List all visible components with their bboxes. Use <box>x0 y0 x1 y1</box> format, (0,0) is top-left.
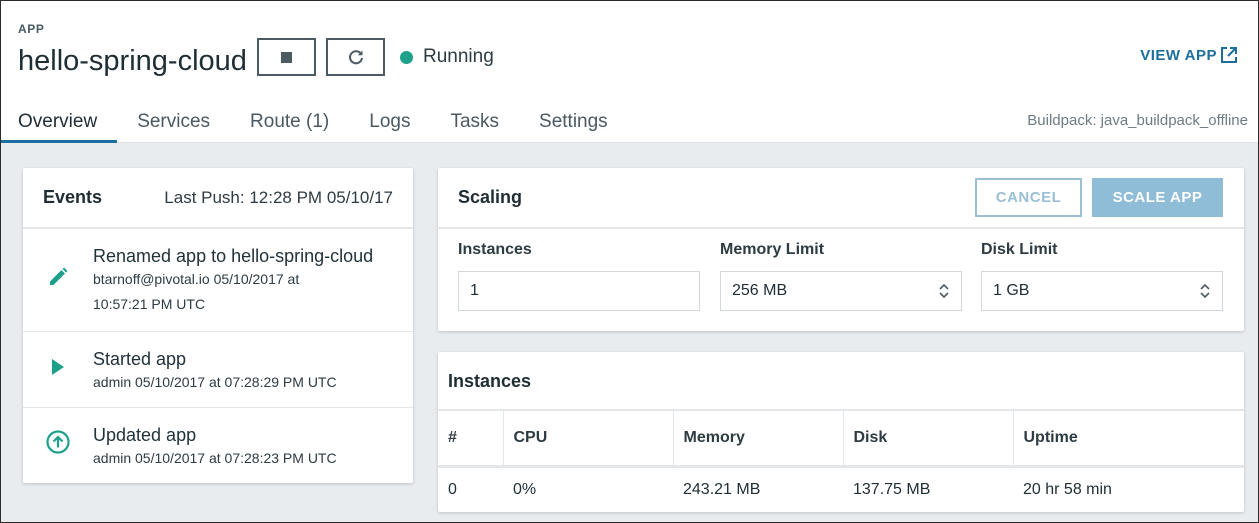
instances-field: Instances 1 <box>458 241 700 311</box>
tab-overview[interactable]: Overview <box>1 105 118 143</box>
event-meta: admin 05/10/2017 at 07:28:23 PM UTC <box>93 450 337 466</box>
app-name: hello-spring-cloud <box>18 45 247 77</box>
scaling-header: Scaling CANCEL SCALE APP <box>438 168 1244 229</box>
memory-limit-value: 256 MB <box>732 282 788 299</box>
app-header: APP hello-spring-cloud Running VIEW APP … <box>1 1 1258 143</box>
event-meta: btarnoff@pivotal.io 05/10/2017 at 10:57:… <box>93 267 373 317</box>
event-title: Renamed app to hello-spring-cloud <box>93 246 374 266</box>
buildpack-info: Buildpack: java_buildpack_offline <box>1027 112 1248 129</box>
scaling-card: Scaling CANCEL SCALE APP Instances 1 Mem… <box>438 168 1244 331</box>
column-header-index: # <box>438 411 504 468</box>
event-meta-line: 10:57:21 PM UTC <box>93 296 206 312</box>
app-label: APP <box>18 22 45 36</box>
instances-label: Instances <box>458 241 532 258</box>
table-header-row: # CPU Memory Disk Uptime <box>438 411 1244 468</box>
memory-limit-label: Memory Limit <box>720 241 825 258</box>
event-title: Started app <box>93 349 187 369</box>
tab-services[interactable]: Services <box>117 105 230 143</box>
select-arrows-icon <box>1200 283 1210 299</box>
scaling-title: Scaling <box>458 187 523 207</box>
app-detail-page: APP hello-spring-cloud Running VIEW APP … <box>0 0 1259 523</box>
app-tabs: Overview Services Route (1) Logs Tasks S… <box>1 105 628 143</box>
event-meta-line: btarnoff@pivotal.io 05/10/2017 at <box>93 271 300 287</box>
app-status: Running <box>400 46 494 68</box>
cell-index: 0 <box>448 480 457 498</box>
tab-route[interactable]: Route (1) <box>230 105 349 143</box>
play-icon <box>52 359 64 375</box>
overview-content: Events Last Push: 12:28 PM 05/10/17 Rena… <box>1 143 1258 522</box>
running-status-dot <box>400 50 413 64</box>
cancel-button[interactable]: CANCEL <box>975 178 1082 217</box>
cell-disk: 137.75 MB <box>853 480 931 498</box>
disk-limit-value: 1 GB <box>993 282 1030 299</box>
column-header-uptime: Uptime <box>1013 411 1244 468</box>
upload-icon <box>46 430 70 454</box>
status-text: Running <box>423 46 494 67</box>
stop-button[interactable] <box>257 38 316 76</box>
cell-cpu: 0% <box>513 480 537 498</box>
disk-limit-label: Disk Limit <box>981 241 1058 258</box>
column-header-disk: Disk <box>843 411 1014 468</box>
table-row: 0 0% 243.21 MB 137.75 MB 20 hr 58 min <box>438 466 1244 512</box>
external-link-icon <box>1221 47 1237 63</box>
cell-memory: 243.21 MB <box>683 480 761 498</box>
tab-tasks[interactable]: Tasks <box>430 105 519 143</box>
view-app-link[interactable]: VIEW APP <box>1140 46 1238 64</box>
restart-button[interactable] <box>326 38 385 76</box>
events-title: Events <box>43 187 103 207</box>
scale-app-button[interactable]: SCALE APP <box>1092 178 1223 217</box>
event-item: Updated app admin 05/10/2017 at 07:28:23… <box>23 408 413 482</box>
instances-input[interactable]: 1 <box>458 271 700 311</box>
disk-limit-field: Disk Limit 1 GB <box>981 241 1223 311</box>
memory-limit-field: Memory Limit 256 MB <box>720 241 962 311</box>
instances-table: # CPU Memory Disk Uptime 0 0% 243.21 MB … <box>438 411 1244 512</box>
cell-uptime: 20 hr 58 min <box>1023 480 1112 498</box>
column-header-cpu: CPU <box>503 411 674 468</box>
instances-title: Instances <box>448 371 532 391</box>
event-meta: admin 05/10/2017 at 07:28:29 PM UTC <box>93 374 337 390</box>
stop-icon <box>281 51 292 63</box>
memory-limit-select[interactable]: 256 MB <box>720 271 962 311</box>
select-arrows-icon <box>939 283 949 299</box>
disk-limit-select[interactable]: 1 GB <box>981 271 1223 311</box>
instances-value: 1 <box>470 282 479 299</box>
tab-logs[interactable]: Logs <box>349 105 430 143</box>
events-header: Events Last Push: 12:28 PM 05/10/17 <box>23 168 413 229</box>
last-push: Last Push: 12:28 PM 05/10/17 <box>164 187 393 207</box>
view-app-label: VIEW APP <box>1140 46 1217 64</box>
events-card: Events Last Push: 12:28 PM 05/10/17 Rena… <box>23 168 413 483</box>
event-title: Updated app <box>93 425 197 445</box>
event-item: Renamed app to hello-spring-cloud btarno… <box>23 229 413 332</box>
instances-header: Instances <box>438 352 1244 411</box>
instances-card: Instances # CPU Memory Disk Uptime 0 0% … <box>438 352 1244 512</box>
pencil-icon <box>50 267 68 285</box>
tab-settings[interactable]: Settings <box>519 105 628 143</box>
restart-icon <box>348 50 363 65</box>
event-item: Started app admin 05/10/2017 at 07:28:29… <box>23 332 413 408</box>
column-header-memory: Memory <box>673 411 844 468</box>
